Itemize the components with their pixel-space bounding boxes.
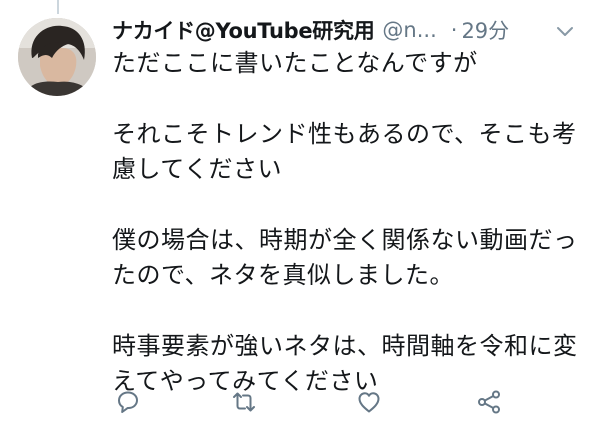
tweet-line: 慮してください	[112, 155, 283, 183]
tweet-body: ただここに書いたことなんですが それこそトレンド性もあるので、そこも考 慮してく…	[112, 46, 590, 400]
tweet-blank-line	[112, 294, 590, 329]
retweet-icon[interactable]	[230, 388, 258, 416]
avatar[interactable]	[18, 18, 96, 96]
reply-icon[interactable]	[114, 388, 142, 416]
tweet-timestamp[interactable]: 29分	[461, 15, 509, 45]
tweet-blank-line	[112, 188, 590, 223]
tweet-line: 時事要素が強いネタは、時間軸を令和に変	[112, 331, 578, 360]
tweet-line: 僕の場合は、時期が全く関係ない動画だっ	[112, 225, 578, 254]
tweet-line: ただここに書いたことなんですが	[112, 49, 478, 77]
tweet-line: それこそトレンド性もあるので、そこも考	[112, 119, 577, 148]
tweet-blank-line	[112, 82, 590, 117]
tweet-header: ナカイド@YouTube研究用 @n... · 29分	[112, 12, 590, 48]
user-handle[interactable]: @n...	[382, 18, 436, 42]
separator-dot: ·	[450, 18, 458, 42]
share-icon[interactable]	[475, 388, 503, 416]
heart-icon[interactable]	[355, 388, 383, 416]
chevron-down-icon[interactable]	[554, 20, 576, 42]
display-name[interactable]: ナカイド@YouTube研究用	[112, 15, 375, 45]
tweet-actions	[112, 388, 512, 418]
thread-connector-line	[57, 0, 59, 14]
tweet-line: たので、ネタを真似しました。	[112, 261, 455, 289]
